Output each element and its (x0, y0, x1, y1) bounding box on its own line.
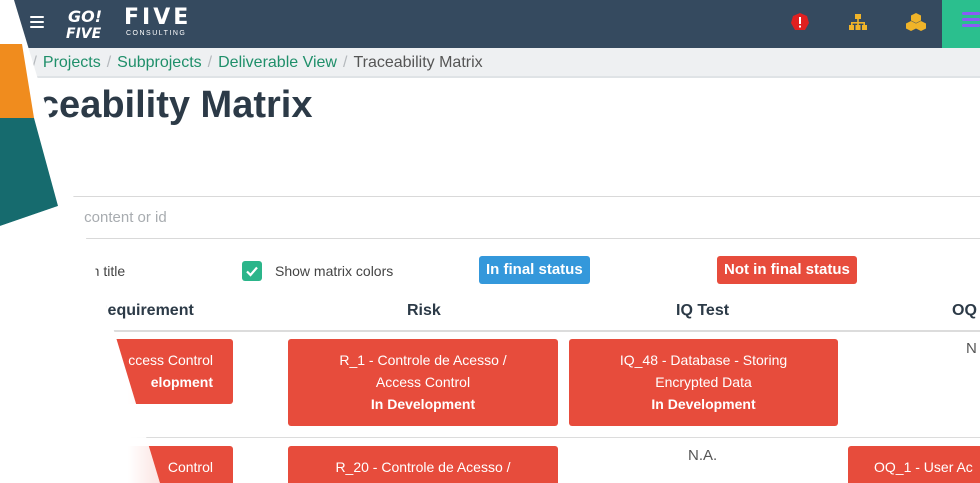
modules-icon[interactable] (906, 12, 926, 32)
top-navigation-bar: GO! FIVE FIVE CONSULTING (0, 0, 980, 48)
column-header-iq-test: IQ Test (676, 302, 730, 319)
matrix-cell-requirement[interactable]: Control (100, 446, 233, 483)
row-divider (0, 437, 980, 438)
matrix-cell-oq[interactable]: OQ_1 - User Ac (848, 446, 980, 483)
header-divider (0, 330, 980, 332)
column-header-oq: OQ (952, 302, 977, 319)
matrix-cell-requirement[interactable]: ccess Control elopment (100, 339, 233, 404)
breadcrumb-separator: / (32, 54, 37, 71)
show-matrix-colors-checkbox[interactable] (242, 261, 262, 281)
logo-consulting-text: CONSULTING (126, 30, 187, 37)
cell-title: IQ_48 - Database - Storing Encrypted Dat… (619, 352, 788, 390)
matrix-cell-risk[interactable]: R_20 - Controle de Acesso / (288, 446, 558, 483)
logo-go-sub-text: FIVE (66, 26, 102, 42)
cell-title: OQ_1 - User Ac (874, 459, 973, 475)
column-header-risk: Risk (407, 302, 441, 319)
search-placeholder: y item content or id (40, 209, 167, 226)
breadcrumb-link-subprojects[interactable]: Subprojects (117, 54, 202, 71)
not-final-status-legend-badge: Not in final status (717, 256, 857, 284)
five-consulting-logo[interactable]: FIVE CONSULTING (124, 5, 192, 38)
show-matrix-colors-label[interactable]: Show matrix colors (275, 263, 393, 279)
matrix-cell-iq-test[interactable]: IQ_48 - Database - Storing Encrypted Dat… (569, 339, 838, 426)
hamburger-menu-icon[interactable] (30, 16, 44, 28)
column-header-requirement: Requirement (96, 302, 194, 319)
logo-go-text: GO! (68, 7, 102, 26)
breadcrumb-separator: / (207, 54, 213, 71)
cell-title: R_20 - Controle de Acesso / (335, 459, 511, 475)
cell-status: elopment (150, 374, 213, 390)
cell-status: In Development (651, 396, 756, 412)
breadcrumb: ive / Projects / Subprojects / Deliverable Vie… (0, 48, 980, 78)
cell-title: Control (167, 459, 213, 475)
final-status-legend-badge: In final status (479, 256, 590, 284)
item-title-option-label[interactable]: em title (80, 263, 125, 279)
breadcrumb-link-home[interactable]: ive (6, 54, 26, 71)
cell-title: ccess Control (128, 352, 213, 368)
breadcrumb-link-deliverable-view[interactable]: Deliverable View (218, 54, 337, 71)
matrix-cell-risk[interactable]: R_1 - Controle de Acesso / Access Contro… (288, 339, 558, 426)
side-menu-toggle[interactable] (942, 0, 980, 48)
page-title: raceability Matrix (2, 84, 313, 126)
matrix-cell-iq-na: N.A. (688, 447, 718, 464)
cell-status: In Development (370, 396, 476, 412)
logo-five-text: FIVE (124, 5, 192, 30)
checkmark-icon (246, 266, 258, 277)
cell-title: R_1 - Controle de Acesso / Access Contro… (339, 352, 507, 390)
breadcrumb-current: Traceability Matrix (353, 54, 483, 71)
go-five-logo[interactable]: GO! FIVE (64, 4, 106, 42)
search-input[interactable]: y item content or id (0, 197, 980, 239)
menu-icon (962, 12, 980, 15)
matrix-cell-oq-na: N (966, 340, 977, 357)
breadcrumb-separator: / (106, 54, 112, 71)
breadcrumb-separator: / (342, 54, 348, 71)
hierarchy-icon[interactable] (848, 12, 868, 32)
alert-icon[interactable] (790, 12, 810, 32)
breadcrumb-link-projects[interactable]: Projects (43, 54, 101, 71)
